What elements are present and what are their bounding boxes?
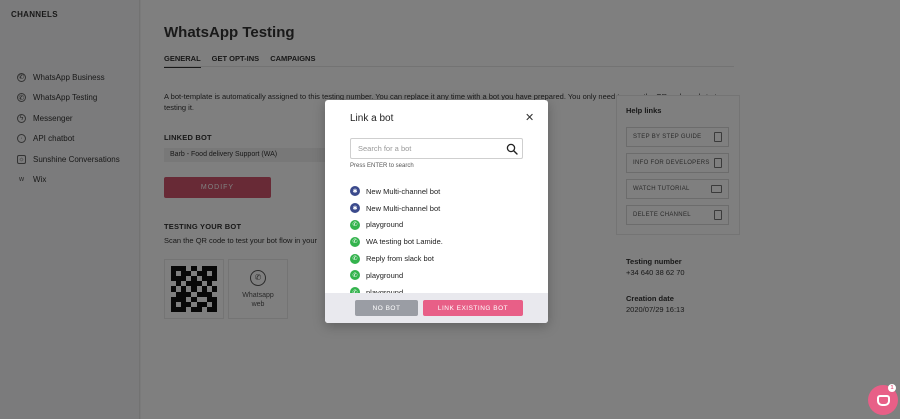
- bot-name: WA testing bot Lamide.: [366, 237, 443, 247]
- bot-name: playground: [366, 270, 404, 280]
- bot-list-item[interactable]: ✆ playground: [350, 217, 540, 234]
- bot-search-input[interactable]: [351, 139, 501, 158]
- search-icon[interactable]: [506, 143, 518, 155]
- multichannel-icon: ✱: [350, 203, 360, 214]
- bot-list-item[interactable]: ✆ Reply from slack bot: [350, 250, 540, 267]
- bot-list-item[interactable]: ✱ New Multi-channel bot: [350, 183, 540, 200]
- bot-name: playground: [366, 220, 404, 230]
- modal-footer: NO BOT LINK EXISTING BOT: [325, 293, 548, 323]
- close-icon[interactable]: ✕: [525, 111, 534, 124]
- chat-icon: [876, 394, 890, 406]
- bot-name: Reply from slack bot: [366, 254, 434, 264]
- no-bot-button[interactable]: NO BOT: [355, 300, 418, 316]
- link-bot-modal: Link a bot ✕ Press ENTER to search ✱ New…: [325, 100, 548, 323]
- bot-list-item[interactable]: ✆ playground: [350, 267, 540, 284]
- chat-notification-badge: 1: [888, 384, 896, 392]
- bot-list-item[interactable]: ✆ playground: [350, 284, 540, 293]
- whatsapp-icon: ✆: [350, 253, 360, 264]
- whatsapp-icon: ✆: [350, 270, 360, 281]
- bot-list[interactable]: ✱ New Multi-channel bot ✱ New Multi-chan…: [350, 183, 540, 293]
- bot-list-item[interactable]: ✱ New Multi-channel bot: [350, 200, 540, 217]
- modal-title: Link a bot: [350, 113, 394, 124]
- bot-name: New Multi-channel bot: [366, 186, 441, 196]
- whatsapp-icon: ✆: [350, 219, 360, 230]
- search-hint: Press ENTER to search: [350, 163, 414, 169]
- whatsapp-icon: ✆: [350, 236, 360, 247]
- link-existing-bot-button[interactable]: LINK EXISTING BOT: [423, 300, 523, 316]
- multichannel-icon: ✱: [350, 186, 360, 197]
- bot-list-item[interactable]: ✆ WA testing bot Lamide.: [350, 233, 540, 250]
- search-box: [350, 138, 523, 159]
- bot-name: New Multi-channel bot: [366, 203, 441, 213]
